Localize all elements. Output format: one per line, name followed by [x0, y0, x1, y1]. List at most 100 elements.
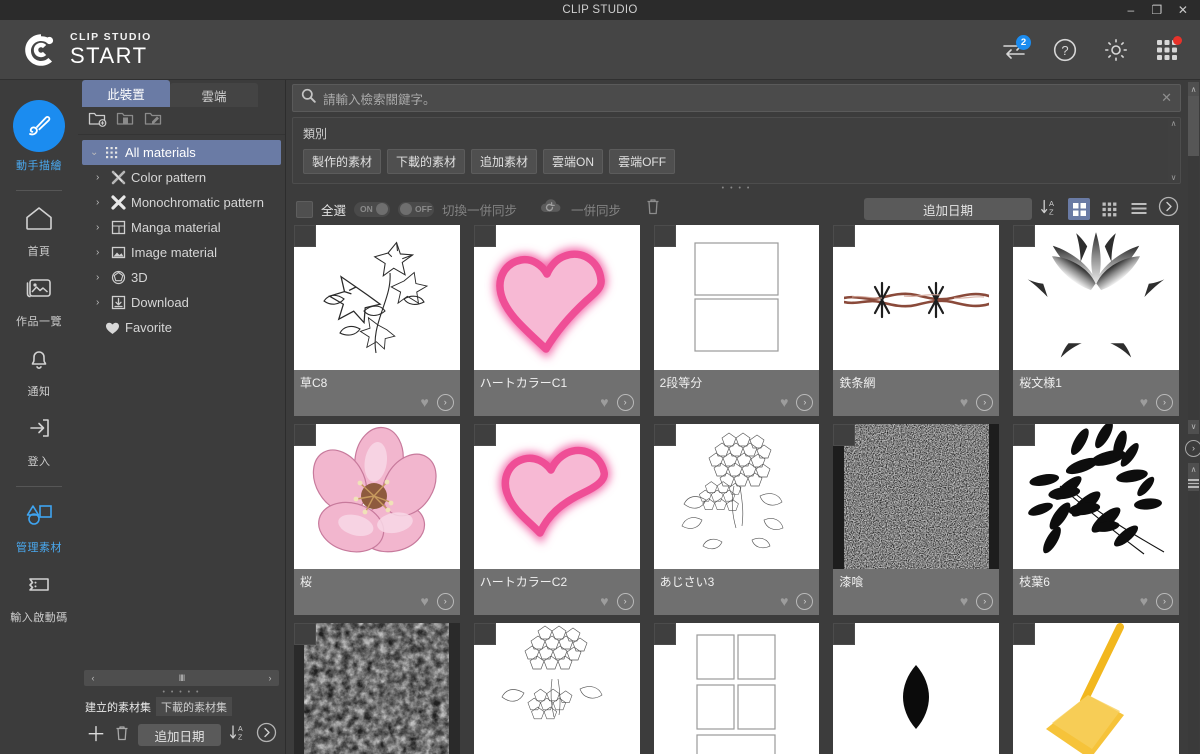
tree-item-monochromatic-pattern[interactable]: › Monochromatic pattern — [82, 190, 281, 215]
material-checkbox[interactable] — [833, 623, 856, 645]
chip-downloaded-materials[interactable]: 下載的素材 — [387, 149, 466, 174]
material-checkbox[interactable] — [294, 225, 316, 247]
material-detail-arrow-icon[interactable]: › — [436, 393, 454, 411]
tree-item-download[interactable]: › Download — [82, 290, 281, 315]
tree-item-manga-material[interactable]: › Manga material — [82, 215, 281, 240]
chip-created-materials[interactable]: 製作的素材 — [303, 149, 382, 174]
edit-folder-icon[interactable] — [144, 110, 163, 132]
material-checkbox[interactable] — [1013, 424, 1036, 446]
tree-item-3d[interactable]: › 3D — [82, 265, 281, 290]
material-card[interactable]: ♥ › — [1013, 623, 1179, 754]
material-card[interactable]: ♥ › — [473, 623, 640, 754]
favorite-heart-icon[interactable]: ♥ — [960, 394, 968, 410]
cloud-sync-icon[interactable] — [539, 197, 563, 221]
tab-this-device[interactable]: 此裝置 — [82, 80, 170, 107]
chevron-right-icon[interactable]: › — [96, 272, 105, 283]
help-icon[interactable]: ? — [1050, 35, 1080, 65]
list-menu-icon[interactable] — [1188, 476, 1199, 491]
material-card[interactable]: あじさい3 ♥ › — [653, 424, 820, 615]
favorite-heart-icon[interactable]: ♥ — [780, 394, 788, 410]
scroll-right-arrow-icon[interactable]: › — [263, 673, 277, 683]
select-all-checkbox[interactable] — [296, 200, 313, 218]
view-large-grid-button[interactable] — [1068, 198, 1090, 220]
favorite-heart-icon[interactable]: ♥ — [960, 593, 968, 609]
tab-cloud[interactable]: 雲端 — [170, 83, 258, 107]
filter-scroll-up-icon[interactable]: ∧ — [1171, 119, 1177, 128]
right-scroll-track-2[interactable] — [1188, 490, 1199, 754]
material-detail-arrow-icon[interactable]: › — [796, 393, 814, 411]
right-scroll-thumb[interactable] — [1188, 96, 1199, 156]
filter-scrollbar[interactable]: ∧ ∨ — [1168, 119, 1179, 182]
rail-item-manage-materials[interactable]: 管理素材 — [0, 491, 78, 561]
chevron-right-circle-icon[interactable] — [256, 722, 277, 748]
material-checkbox[interactable] — [833, 225, 856, 247]
filter-resize-grip[interactable]: • • • • — [286, 184, 1187, 193]
search-input[interactable]: 請輸入檢索關鍵字。 — [323, 89, 1154, 108]
material-detail-arrow-icon[interactable]: › — [616, 393, 634, 411]
material-checkbox[interactable] — [653, 623, 676, 645]
material-checkbox[interactable] — [1013, 225, 1036, 247]
sub-tab-downloaded-sets[interactable]: 下載的素材集 — [156, 697, 232, 716]
trash-icon[interactable] — [114, 724, 130, 747]
material-card[interactable]: 桜文様1 ♥ › — [1013, 225, 1179, 416]
right-scroll-up-icon-2[interactable]: ∧ — [1188, 462, 1199, 477]
material-card[interactable]: 鉄条網 ♥ › — [833, 225, 1000, 416]
material-checkbox[interactable] — [653, 225, 676, 247]
material-checkbox[interactable] — [1013, 623, 1036, 645]
material-card[interactable]: ハートカラーC2 ♥ › — [473, 424, 640, 615]
view-list-button[interactable] — [1128, 198, 1150, 220]
chip-cloud-off[interactable]: 雲端OFF — [609, 149, 676, 174]
material-checkbox[interactable] — [294, 623, 316, 645]
panel-resize-grip[interactable]: • • • • • — [78, 689, 285, 697]
rail-item-license-key[interactable]: 輸入啟動碼 — [0, 561, 78, 631]
scroll-left-arrow-icon[interactable]: ‹ — [86, 673, 100, 683]
tree-horizontal-scrollbar[interactable]: ‹ ‖‖ › — [84, 670, 279, 686]
chevron-right-icon[interactable]: › — [96, 222, 105, 233]
favorite-heart-icon[interactable]: ♥ — [420, 593, 428, 609]
material-card[interactable]: 草C8 ♥ › — [294, 225, 460, 416]
right-expand-icon[interactable]: › — [1185, 439, 1200, 457]
favorite-heart-icon[interactable]: ♥ — [600, 394, 608, 410]
rail-item-draw[interactable]: 動手描繪 — [0, 92, 78, 179]
add-set-button[interactable]: ＋ — [86, 725, 106, 745]
chevron-right-icon[interactable]: › — [96, 297, 105, 308]
maximize-button[interactable]: ❐ — [1144, 0, 1170, 20]
material-card[interactable]: ♥ › — [294, 623, 460, 754]
sync-toggle-on[interactable]: ON — [354, 201, 391, 217]
material-card[interactable]: 桜 ♥ › — [294, 424, 460, 615]
favorite-heart-icon[interactable]: ♥ — [600, 593, 608, 609]
material-checkbox[interactable] — [473, 424, 496, 446]
right-scroll-down-icon[interactable]: ∨ — [1188, 419, 1199, 434]
minimize-button[interactable]: – — [1118, 0, 1144, 20]
chevron-right-icon[interactable]: › — [96, 197, 105, 208]
close-button[interactable]: ✕ — [1170, 0, 1196, 20]
grid-sort-direction-icon[interactable]: A Z — [1040, 197, 1060, 222]
favorite-heart-icon[interactable]: ♥ — [1140, 593, 1148, 609]
rail-item-home[interactable]: 首頁 — [0, 195, 78, 265]
grid-expand-icon[interactable] — [1158, 196, 1179, 222]
right-scroll-track[interactable] — [1188, 156, 1199, 420]
tree-item-image-material[interactable]: › Image material — [82, 240, 281, 265]
material-checkbox[interactable] — [473, 623, 496, 645]
material-detail-arrow-icon[interactable]: › — [436, 592, 454, 610]
chevron-right-icon[interactable]: › — [96, 172, 105, 183]
material-detail-arrow-icon[interactable]: › — [1156, 393, 1173, 411]
material-card[interactable]: ♥ › — [653, 623, 820, 754]
apps-grid-icon[interactable] — [1152, 35, 1182, 65]
delete-folder-icon[interactable] — [116, 110, 135, 132]
new-folder-icon[interactable] — [88, 110, 107, 132]
material-checkbox[interactable] — [653, 424, 676, 446]
sync-toggle-off[interactable]: OFF — [398, 201, 435, 217]
material-detail-arrow-icon[interactable]: › — [796, 592, 814, 610]
sync-transfer-icon[interactable]: 2 — [999, 35, 1031, 65]
chevron-down-icon[interactable]: ⌄ — [90, 147, 99, 158]
material-detail-arrow-icon[interactable]: › — [616, 592, 634, 610]
sub-tab-created-sets[interactable]: 建立的素材集 — [80, 697, 156, 716]
sort-az-desc-icon[interactable]: A Z — [229, 723, 248, 747]
material-card[interactable]: 2段等分 ♥ › — [653, 225, 820, 416]
material-checkbox[interactable] — [473, 225, 496, 247]
material-detail-arrow-icon[interactable]: › — [1156, 592, 1173, 610]
rail-item-login[interactable]: 登入 — [0, 405, 78, 475]
material-card[interactable]: ♥ › — [833, 623, 1000, 754]
material-card[interactable]: 枝葉6 ♥ › — [1013, 424, 1179, 615]
